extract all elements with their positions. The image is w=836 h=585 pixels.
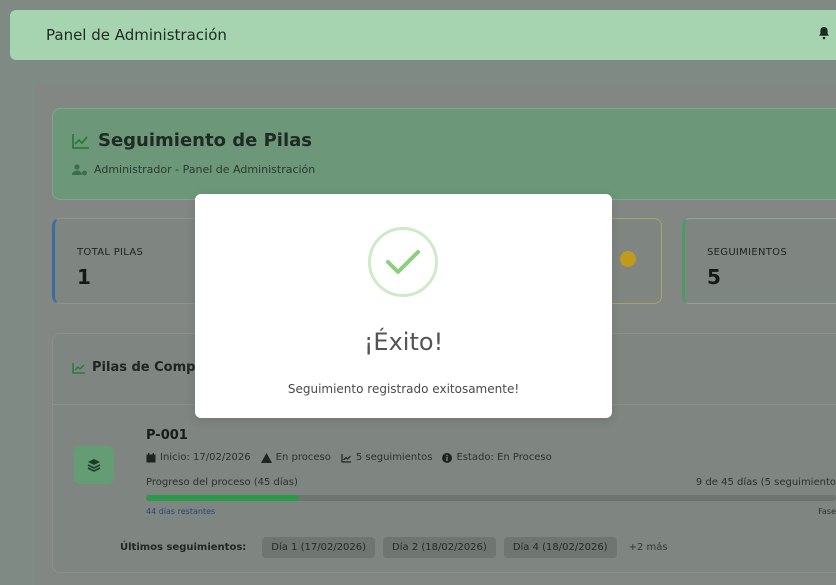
info-icon xyxy=(442,452,453,463)
more-trackings[interactable]: +2 más xyxy=(629,542,668,553)
chart-line-icon xyxy=(72,133,89,149)
layers-icon xyxy=(74,446,114,484)
pile-tracking: 5 seguimientos xyxy=(341,452,433,463)
success-modal: ¡Éxito! Seguimiento registrado exitosame… xyxy=(195,194,612,418)
hero-title: Seguimiento de Pilas xyxy=(72,130,312,151)
pile-state: Estado: En Proceso xyxy=(442,452,552,463)
bell-icon[interactable] xyxy=(818,26,830,40)
chart-line-icon xyxy=(72,362,85,374)
success-circle xyxy=(368,227,438,297)
chart-line-icon xyxy=(341,453,351,463)
progress-fill xyxy=(146,495,299,501)
pile-tracking-text: 5 seguimientos xyxy=(355,452,433,463)
stat-value: 1 xyxy=(77,265,91,289)
piles-panel-title-text: Pilas de Compo xyxy=(92,360,205,375)
user-cog-icon xyxy=(72,163,87,175)
tracking-chip[interactable]: Día 2 (18/02/2026) xyxy=(383,537,496,558)
pile-meta: Inicio: 17/02/2026 En proceso 5 seguimie… xyxy=(146,452,552,463)
pile-status: En proceso xyxy=(260,452,331,463)
progress-label: Progreso del proceso (45 días) xyxy=(146,477,298,488)
hero-card xyxy=(52,108,836,200)
pile-start-text: Inicio: 17/02/2026 xyxy=(160,452,251,463)
hero-subtitle: Administrador - Panel de Administración xyxy=(72,163,315,176)
check-icon xyxy=(386,250,420,274)
modal-title: ¡Éxito! xyxy=(363,328,444,356)
mountain-icon xyxy=(260,452,272,463)
recent-trackings: Últimos seguimientos: Día 1 (17/02/2026)… xyxy=(120,537,668,558)
hero-title-text: Seguimiento de Pilas xyxy=(98,130,312,151)
days-remaining: 44 días restantes xyxy=(146,507,216,516)
pile-state-text: Estado: En Proceso xyxy=(456,452,552,463)
tracking-chip[interactable]: Día 1 (17/02/2026) xyxy=(262,537,376,558)
stat-seguimientos: SEGUIMIENTOS 5 xyxy=(682,218,836,304)
tracking-chip[interactable]: Día 4 (18/02/2026) xyxy=(503,537,617,558)
pile-name[interactable]: P-001 xyxy=(146,428,188,443)
stat-value: 5 xyxy=(707,265,721,289)
topbar: Panel de Administración xyxy=(10,10,836,60)
progress-summary: 9 de 45 días (5 seguimiento xyxy=(695,477,836,488)
clock-icon xyxy=(620,251,636,267)
modal-message: Seguimiento registrado exitosamente! xyxy=(287,382,520,396)
stat-label: TOTAL PILAS xyxy=(77,247,144,258)
recent-label: Últimos seguimientos: xyxy=(120,542,247,553)
stat-label: SEGUIMIENTOS xyxy=(707,247,787,258)
pile-status-text: En proceso xyxy=(275,452,331,463)
stat-total-pilas: TOTAL PILAS 1 xyxy=(52,218,206,304)
phase-label: Fase xyxy=(818,507,836,516)
calendar-icon xyxy=(146,452,156,462)
page-title: Panel de Administración xyxy=(46,26,227,44)
piles-panel-title: Pilas de Compo xyxy=(72,360,204,375)
pile-start: Inicio: 17/02/2026 xyxy=(146,452,251,463)
hero-subtitle-text: Administrador - Panel de Administración xyxy=(94,163,316,176)
